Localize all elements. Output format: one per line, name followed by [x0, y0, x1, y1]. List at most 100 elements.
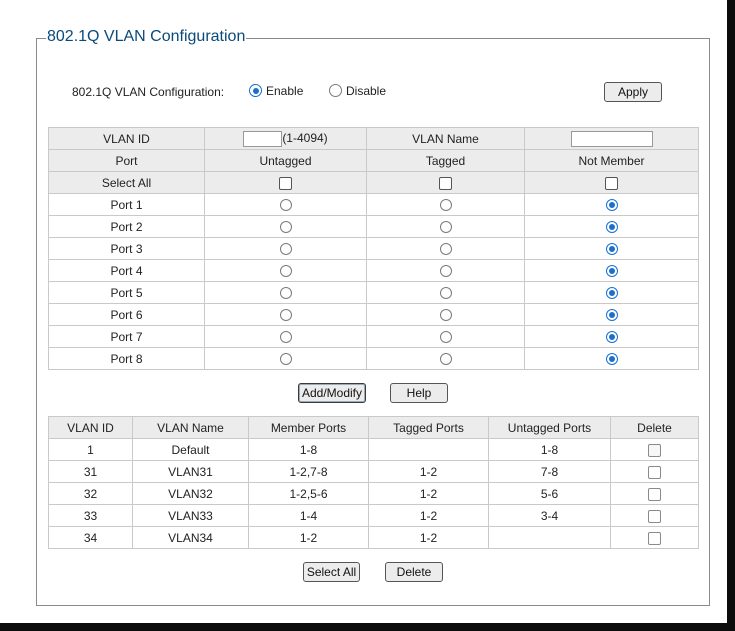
- port-row: Port 2: [48, 215, 699, 238]
- select-all-not-member-checkbox[interactable]: [605, 176, 618, 190]
- add-modify-button[interactable]: Add/Modify: [298, 383, 366, 403]
- port-not-member-radio[interactable]: [605, 309, 618, 322]
- table-row: 32 VLAN32 1-2,5-6 1-2 5-6: [48, 482, 699, 505]
- tagged-ports-cell: [368, 438, 489, 461]
- untagged-ports-cell: 1-8: [488, 438, 611, 461]
- port-not-member-radio[interactable]: [605, 199, 618, 212]
- member-ports-cell: 1-8: [248, 438, 369, 461]
- col-not-member: Not Member: [524, 149, 699, 172]
- port-name: Port 1: [48, 193, 205, 216]
- col-member-ports: Member Ports: [248, 416, 369, 439]
- port-tagged-radio[interactable]: [439, 265, 452, 278]
- vlan-config-label: 802.1Q VLAN Configuration:: [72, 85, 225, 99]
- vlan-id-cell: 1: [48, 438, 133, 461]
- port-untagged-radio[interactable]: [279, 287, 292, 300]
- apply-button[interactable]: Apply: [604, 82, 662, 102]
- delete-checkbox[interactable]: [648, 509, 661, 523]
- table-row: 31 VLAN31 1-2,7-8 1-2 7-8: [48, 460, 699, 483]
- port-tagged-radio[interactable]: [439, 287, 452, 300]
- port-name: Port 8: [48, 347, 205, 370]
- vlan-name-cell: VLAN32: [132, 482, 249, 505]
- port-header-row: Port Untagged Tagged Not Member: [48, 149, 699, 172]
- port-tagged-radio[interactable]: [439, 221, 452, 234]
- port-row: Port 4: [48, 259, 699, 282]
- port-untagged-radio[interactable]: [279, 221, 292, 234]
- vlan-name-cell: VLAN33: [132, 504, 249, 527]
- port-tagged-radio[interactable]: [439, 199, 452, 212]
- col-tagged: Tagged: [366, 149, 525, 172]
- port-untagged-radio[interactable]: [279, 199, 292, 212]
- col-tagged-ports: Tagged Ports: [368, 416, 489, 439]
- col-port: Port: [48, 149, 205, 172]
- port-untagged-radio[interactable]: [279, 331, 292, 344]
- vlan-id-input[interactable]: [243, 130, 283, 147]
- delete-checkbox[interactable]: [648, 465, 661, 479]
- member-ports-cell: 1-2: [248, 526, 369, 549]
- port-name: Port 2: [48, 215, 205, 238]
- tagged-ports-cell: 1-2: [368, 526, 489, 549]
- vlan-name-label: VLAN Name: [366, 127, 525, 150]
- untagged-ports-cell: 5-6: [488, 482, 611, 505]
- port-not-member-radio[interactable]: [605, 353, 618, 366]
- port-tagged-radio[interactable]: [439, 243, 452, 256]
- port-row: Port 5: [48, 281, 699, 304]
- disable-radio[interactable]: [329, 84, 342, 98]
- enable-label: Enable: [266, 84, 304, 98]
- tagged-ports-cell: 1-2: [368, 504, 489, 527]
- help-button[interactable]: Help: [390, 383, 448, 403]
- select-all-button[interactable]: Select All: [303, 562, 360, 582]
- select-all-tagged-checkbox[interactable]: [439, 176, 452, 190]
- vlan-port-form: VLAN ID (1-4094) VLAN Name Port Untagged…: [48, 127, 699, 370]
- vlan-id-cell: 33: [48, 504, 133, 527]
- disable-label: Disable: [346, 84, 387, 98]
- member-ports-cell: 1-2,7-8: [248, 460, 369, 483]
- select-all-row-label: Select All: [48, 171, 205, 194]
- vlan-id-cell: 31: [48, 460, 133, 483]
- delete-checkbox: [648, 443, 661, 457]
- port-untagged-radio[interactable]: [279, 243, 292, 256]
- tagged-ports-cell: 1-2: [368, 482, 489, 505]
- vlan-name-cell: Default: [132, 438, 249, 461]
- col-vlan-name: VLAN Name: [132, 416, 249, 439]
- port-untagged-radio[interactable]: [279, 265, 292, 278]
- port-row: Port 1: [48, 193, 699, 216]
- disable-option[interactable]: Disable: [329, 84, 386, 98]
- port-not-member-radio[interactable]: [605, 265, 618, 278]
- delete-checkbox[interactable]: [648, 487, 661, 501]
- untagged-ports-cell: [488, 526, 611, 549]
- port-untagged-radio[interactable]: [279, 353, 292, 366]
- select-all-untagged-checkbox[interactable]: [279, 176, 292, 190]
- port-not-member-radio[interactable]: [605, 287, 618, 300]
- port-untagged-radio[interactable]: [279, 309, 292, 322]
- col-vlan-id: VLAN ID: [48, 416, 133, 439]
- port-not-member-radio[interactable]: [605, 221, 618, 234]
- table-row: 1 Default 1-8 1-8: [48, 438, 699, 461]
- enable-radio[interactable]: [249, 84, 262, 98]
- delete-checkbox[interactable]: [648, 531, 661, 545]
- port-name: Port 4: [48, 259, 205, 282]
- member-ports-cell: 1-2,5-6: [248, 482, 369, 505]
- port-row: Port 6: [48, 303, 699, 326]
- port-tagged-radio[interactable]: [439, 331, 452, 344]
- port-not-member-radio[interactable]: [605, 331, 618, 344]
- vlan-id-range: (1-4094): [282, 130, 328, 145]
- port-not-member-radio[interactable]: [605, 243, 618, 256]
- untagged-ports-cell: 3-4: [488, 504, 611, 527]
- delete-button[interactable]: Delete: [385, 562, 443, 582]
- port-name: Port 3: [48, 237, 205, 260]
- port-tagged-radio[interactable]: [439, 309, 452, 322]
- port-row: Port 3: [48, 237, 699, 260]
- port-name: Port 5: [48, 281, 205, 304]
- port-tagged-radio[interactable]: [439, 353, 452, 366]
- vlan-id-label: VLAN ID: [48, 127, 205, 150]
- vlan-name-input[interactable]: [570, 130, 653, 147]
- port-row: Port 8: [48, 347, 699, 370]
- select-all-row: Select All: [48, 171, 699, 194]
- member-ports-cell: 1-4: [248, 504, 369, 527]
- vlan-name-cell: [524, 127, 699, 150]
- fieldset-legend: 802.1Q VLAN Configuration: [46, 28, 247, 46]
- vlan-table-header: VLAN ID VLAN Name Member Ports Tagged Po…: [48, 416, 699, 439]
- enable-option[interactable]: Enable: [249, 84, 303, 98]
- table-row: 34 VLAN34 1-2 1-2: [48, 526, 699, 549]
- col-untagged-ports: Untagged Ports: [488, 416, 611, 439]
